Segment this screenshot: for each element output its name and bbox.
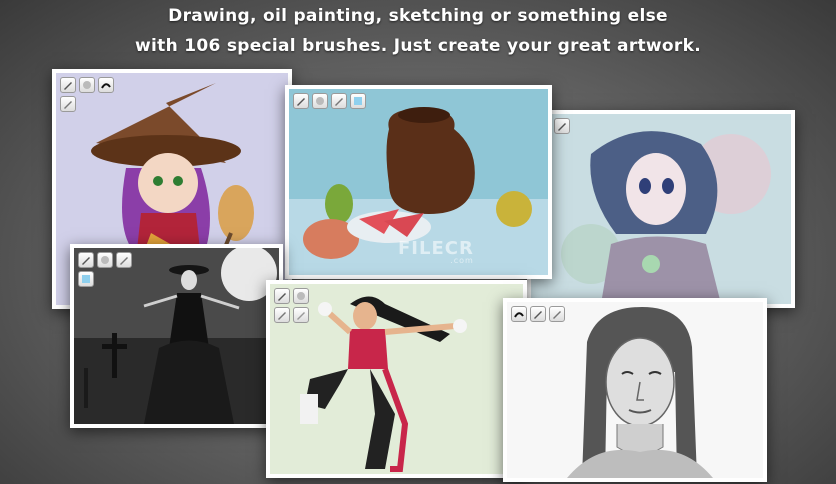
ink-brush-icon[interactable] bbox=[98, 77, 114, 93]
eraser-brush-icon[interactable] bbox=[312, 93, 328, 109]
portrait-sketch-artwork bbox=[507, 302, 763, 478]
eraser-brush-icon[interactable] bbox=[293, 288, 309, 304]
headline-line-2: with 106 special brushes. Just create yo… bbox=[135, 36, 701, 56]
pencil-brush-icon[interactable] bbox=[549, 306, 565, 322]
anime-girl-painting-card[interactable] bbox=[527, 110, 795, 308]
eraser-brush-icon[interactable] bbox=[79, 77, 95, 93]
pencil-brush-icon[interactable] bbox=[60, 77, 76, 93]
pencil-brush-icon[interactable] bbox=[331, 93, 347, 109]
watermark: FILECR .com bbox=[398, 238, 474, 265]
brush-toolbar bbox=[293, 93, 377, 109]
gothic-night-painting-card[interactable] bbox=[70, 244, 283, 428]
portrait-sketch-card[interactable] bbox=[503, 298, 767, 482]
pencil-brush-icon[interactable] bbox=[274, 307, 290, 323]
martial-artist-painting-card[interactable] bbox=[266, 280, 527, 478]
pencil-brush-icon[interactable] bbox=[274, 288, 290, 304]
brush-toolbar bbox=[274, 288, 314, 323]
pencil-brush-icon[interactable] bbox=[78, 252, 94, 268]
pencil-brush-icon[interactable] bbox=[530, 306, 546, 322]
headline-line-1: Drawing, oil painting, sketching or some… bbox=[168, 6, 668, 26]
ink-brush-icon[interactable] bbox=[511, 306, 527, 322]
blender-brush-icon[interactable] bbox=[350, 93, 366, 109]
brush-toolbar bbox=[78, 252, 142, 287]
pencil-brush-icon[interactable] bbox=[293, 307, 309, 323]
brush-toolbar bbox=[511, 306, 575, 322]
brush-toolbar bbox=[60, 77, 124, 112]
pencil-brush-icon[interactable] bbox=[554, 118, 570, 134]
blender-brush-icon[interactable] bbox=[78, 271, 94, 287]
pencil-brush-icon[interactable] bbox=[116, 252, 132, 268]
eraser-brush-icon[interactable] bbox=[97, 252, 113, 268]
pencil-brush-icon[interactable] bbox=[60, 96, 76, 112]
pencil-brush-icon[interactable] bbox=[293, 93, 309, 109]
